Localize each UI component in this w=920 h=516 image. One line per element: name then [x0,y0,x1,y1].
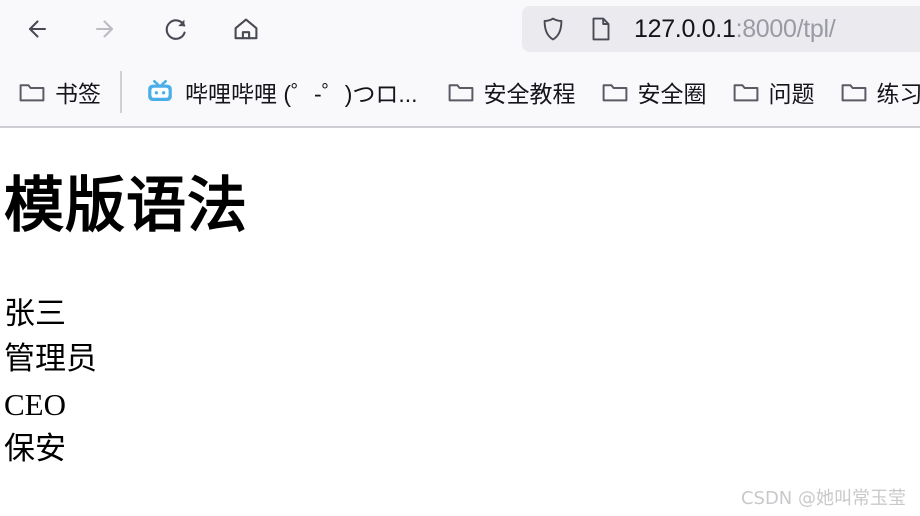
arrow-right-icon [95,20,114,38]
folder-icon [448,81,474,103]
bookmark-item-shuqian[interactable]: 书签 [10,70,110,114]
bookmark-item-lianxiping[interactable]: 练习平 [832,70,920,114]
bookmark-label: 书签 [55,81,101,107]
folder-icon [733,81,759,103]
reload-button[interactable] [154,7,198,51]
shield-icon[interactable] [540,16,566,42]
address-bar[interactable]: 127.0.0.1:8000/tpl/ [522,6,920,52]
page-title: 模版语法 [4,171,248,241]
home-button[interactable] [224,7,268,51]
document-icon[interactable] [588,16,614,42]
folder-icon [602,81,628,103]
output-line: 保安 [4,431,66,467]
home-icon [234,18,258,40]
bookmark-item-anquanjiaocheng[interactable]: 安全教程 [439,70,585,114]
folder-icon [19,81,45,103]
browser-toolbar: 127.0.0.1:8000/tpl/ [0,0,920,58]
bookmark-item-wenti[interactable]: 问题 [724,70,824,114]
url-text[interactable]: 127.0.0.1:8000/tpl/ [634,14,836,44]
bookmarks-bar: 书签 哔哩哔哩 (゜-゜)つロ... 安全教程 安全圈 问题 练 [0,58,920,128]
output-line: 张三 [4,296,66,332]
url-path: :8000/tpl/ [735,14,836,43]
bookmark-label: 安全教程 [483,81,576,107]
folder-icon [841,81,867,103]
bookmark-label: 问题 [768,81,815,107]
back-button[interactable] [14,7,58,51]
template-output-list: 张三 管理员 CEO 保安 [4,292,97,472]
output-line: CEO [4,387,66,422]
bilibili-icon [145,79,175,105]
bookmarks-separator [120,71,122,113]
bookmark-item-anquanquan[interactable]: 安全圈 [593,70,716,114]
csdn-watermark: CSDN @她叫常玉莹 [740,488,906,509]
browser-window: 127.0.0.1:8000/tpl/ 书签 哔哩哔哩 (゜-゜)つロ... 安… [0,0,920,516]
bookmark-label: 练习平 [876,81,920,107]
arrow-left-icon [28,20,47,38]
output-line: 管理员 [4,341,97,377]
bookmark-item-bilibili[interactable]: 哔哩哔哩 (゜-゜)つロ... [136,70,427,114]
url-host: 127.0.0.1 [634,14,736,43]
forward-button[interactable] [84,7,128,51]
reload-icon [165,19,186,40]
page-content: 模版语法 张三 管理员 CEO 保安 CSDN @她叫常玉莹 [0,128,920,516]
bookmark-label: 安全圈 [637,81,707,107]
bookmark-label: 哔哩哔哩 (゜-゜)つロ... [185,81,418,107]
